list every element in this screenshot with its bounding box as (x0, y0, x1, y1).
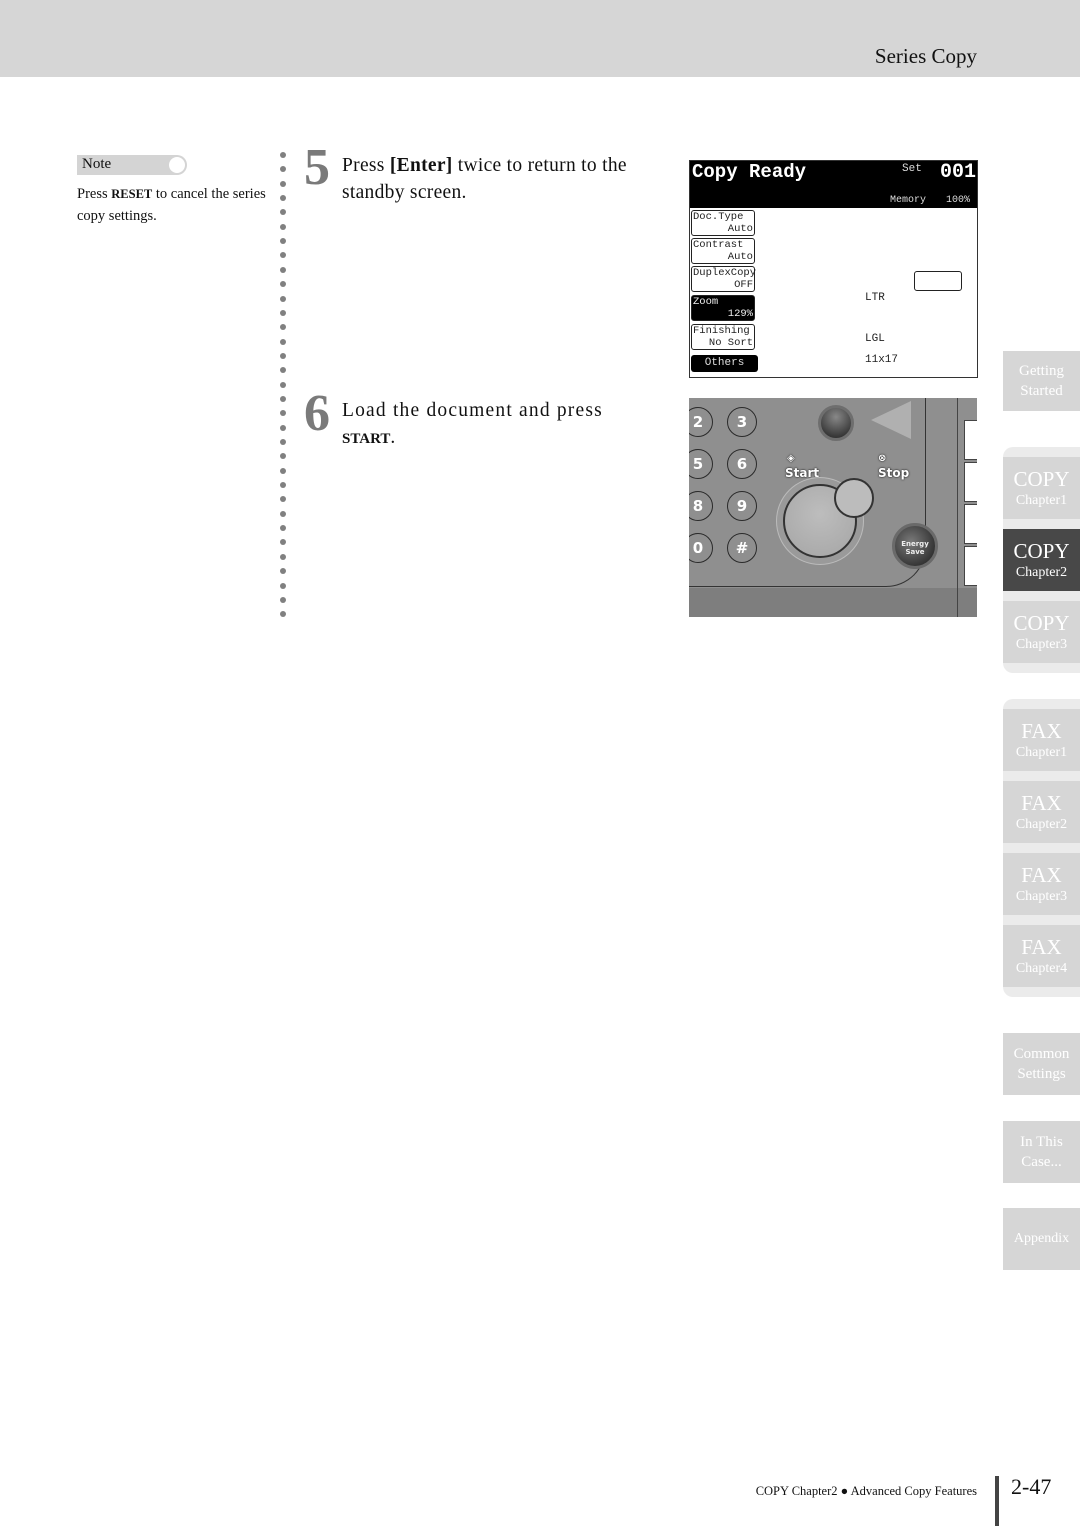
lcd-set-label: Set (902, 163, 922, 175)
panel-side-slot (964, 546, 977, 586)
divider-dot (280, 324, 286, 331)
divider-dot (280, 439, 286, 445)
note-text: Press RESET to cancel the series copy se… (77, 186, 266, 224)
tab-in-this-case[interactable]: In This Case... (1003, 1121, 1080, 1183)
dotted-divider (280, 152, 288, 622)
divider-dot (280, 266, 286, 273)
divider-dot (280, 596, 286, 603)
lcd-doc-type-button[interactable]: Doc.Type Auto (691, 210, 755, 236)
energy-save-button[interactable]: Energy Save (892, 523, 938, 569)
bullet-icon: ● (840, 1484, 849, 1498)
panel-side-slot (964, 420, 977, 460)
lcd-duplex-copy-button[interactable]: DuplexCopy OFF (691, 266, 756, 292)
divider-dot (280, 180, 286, 187)
divider-dot (280, 352, 286, 359)
divider-dot (280, 166, 286, 173)
keypad-9[interactable]: 9 (727, 491, 757, 521)
start-label: Start (785, 466, 820, 480)
divider-dot (280, 152, 286, 158)
divider-dot (280, 295, 286, 302)
divider-dot (280, 223, 286, 230)
divider-dot (280, 281, 286, 288)
clear-button[interactable] (818, 405, 854, 441)
divider-dot (280, 238, 286, 245)
control-panel-illustration: 2 3 5 6 8 9 0 # ◈ Start ⊗ Stop Energy Sa… (689, 398, 977, 617)
lcd-memory-label: Memory (890, 195, 927, 206)
tab-fax-chapter4[interactable]: FAX Chapter4 (1003, 925, 1080, 987)
lcd-others-button[interactable]: Others (691, 355, 758, 372)
step-number-5: 5 (304, 139, 330, 196)
step-5-text: Press [Enter] twice to return to the sta… (342, 155, 627, 203)
start-diamond-icon: ◈ (787, 453, 795, 464)
divider-dot (280, 553, 286, 560)
note-label-text: Note (82, 156, 112, 172)
lcd-title: Copy Ready (692, 161, 807, 183)
panel-side-frame (957, 398, 958, 617)
reset-key-label: RESET (111, 187, 153, 201)
lcd-finishing-button[interactable]: Finishing No Sort (691, 324, 755, 350)
divider-dot (280, 539, 286, 546)
back-arrow-icon[interactable] (871, 401, 911, 439)
step-6-text: Load the document and press START. (342, 400, 603, 448)
divider-dot (280, 381, 286, 388)
lcd-memory-value: 100% (946, 195, 971, 206)
divider-dot (280, 195, 286, 202)
lcd-contrast-button[interactable]: Contrast Auto (691, 238, 755, 264)
divider-dot (280, 467, 286, 474)
lcd-zoom-button[interactable]: Zoom 129% (691, 295, 755, 321)
divider-dot (280, 410, 286, 417)
divider-dot (280, 309, 286, 316)
section-title: Series Copy (874, 44, 977, 68)
page-number: 2-47 (1011, 1474, 1052, 1499)
stop-button[interactable] (834, 478, 874, 518)
header-band: Series Copy (0, 0, 1080, 77)
footer-divider (995, 1476, 999, 1526)
stop-icon: ⊗ (878, 453, 887, 464)
lcd-paper-11x17: 11x17 (865, 354, 899, 366)
divider-dot (280, 395, 286, 402)
keypad-3[interactable]: 3 (727, 407, 757, 437)
keypad-6[interactable]: 6 (727, 449, 757, 479)
footer-breadcrumb: COPY Chapter2 ● Advanced Copy Features (755, 1484, 977, 1498)
divider-dot (280, 568, 286, 575)
panel-lower-edge (689, 588, 977, 617)
divider-dot (280, 367, 286, 374)
divider-dot (280, 510, 286, 517)
tab-fax-chapter1[interactable]: FAX Chapter1 (1003, 709, 1080, 771)
tab-copy-chapter1[interactable]: COPY Chapter1 (1003, 457, 1080, 519)
divider-dot (280, 338, 286, 345)
tab-getting-started[interactable]: Getting Started (1003, 351, 1080, 411)
panel-side-slot (964, 504, 977, 544)
lcd-screen: Copy Ready Set 001 Memory 100% Doc.Type … (689, 160, 978, 378)
divider-dot (280, 496, 286, 503)
divider-dot (280, 453, 286, 460)
stop-label: Stop (878, 466, 910, 480)
tab-fax-chapter2[interactable]: FAX Chapter2 (1003, 781, 1080, 843)
lcd-set-count: 001 (940, 161, 977, 184)
step-number-6: 6 (304, 385, 330, 442)
lcd-paper-tray-indicator (914, 271, 962, 291)
lcd-paper-lgl: LGL (865, 333, 885, 345)
divider-dot (280, 209, 286, 216)
note-tab-circle-icon (169, 157, 185, 173)
tab-common-settings[interactable]: Common Settings (1003, 1033, 1080, 1095)
start-key-label: START (342, 431, 391, 447)
enter-key-label: [Enter] (389, 155, 453, 176)
tab-copy-chapter2[interactable]: COPY Chapter2 (1003, 529, 1080, 591)
tab-appendix[interactable]: Appendix (1003, 1208, 1080, 1270)
divider-dot (280, 611, 286, 618)
panel-side-slot (964, 462, 977, 502)
divider-dot (280, 252, 286, 259)
divider-dot (280, 582, 286, 589)
divider-dot (280, 424, 286, 431)
note-label: Note (77, 155, 187, 175)
lcd-status-bar: Copy Ready Set 001 Memory 100% (690, 161, 977, 208)
keypad-hash[interactable]: # (727, 533, 757, 563)
lcd-paper-ltr: LTR (865, 292, 885, 304)
tab-copy-chapter3[interactable]: COPY Chapter3 (1003, 601, 1080, 663)
divider-dot (280, 525, 286, 532)
divider-dot (280, 482, 286, 489)
tab-fax-chapter3[interactable]: FAX Chapter3 (1003, 853, 1080, 915)
